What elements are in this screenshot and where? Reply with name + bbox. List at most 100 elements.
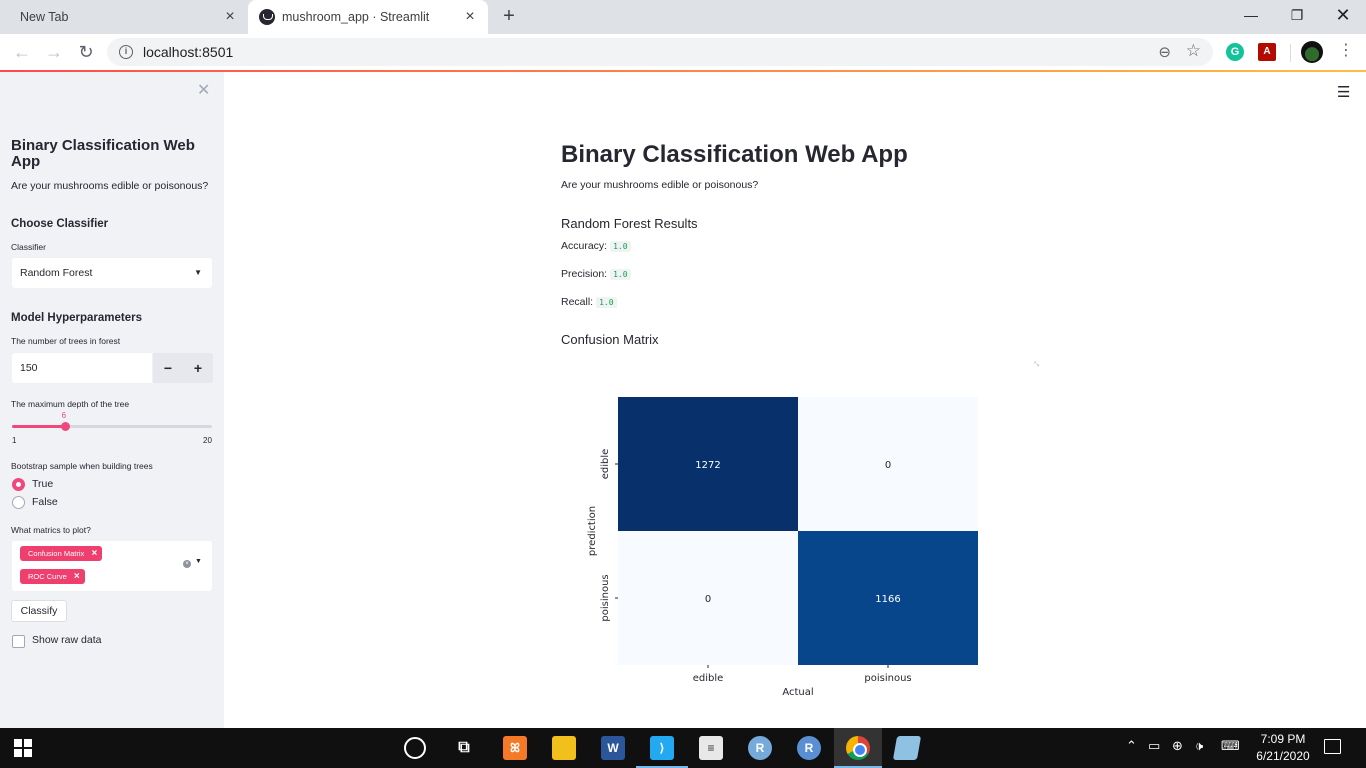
remove-icon[interactable]: × bbox=[74, 569, 80, 584]
task-view-icon[interactable]: ⧉ bbox=[452, 736, 476, 760]
recall-value: 1.0 bbox=[596, 297, 617, 308]
back-arrow-icon[interactable]: ← bbox=[10, 40, 34, 64]
clock-date: 6/21/2020 bbox=[1256, 749, 1310, 763]
notification-icon[interactable] bbox=[1324, 739, 1341, 754]
url-text[interactable]: localhost:8501 bbox=[143, 44, 233, 60]
y-axis-label: prediction bbox=[587, 506, 598, 556]
classify-button[interactable]: Classify bbox=[11, 600, 67, 622]
new-tab-button[interactable]: + bbox=[497, 5, 521, 29]
fullscreen-expand-icon[interactable]: ↔ bbox=[1029, 355, 1045, 371]
xampp-icon[interactable]: ꕤ bbox=[503, 736, 527, 760]
accuracy-label: Accuracy: bbox=[561, 240, 608, 252]
volume-icon[interactable]: 🕩 bbox=[1195, 738, 1203, 754]
reload-icon[interactable]: ↻ bbox=[74, 40, 98, 64]
cell-value-label: 1166 bbox=[875, 594, 900, 605]
y-tick-label: poisinous bbox=[600, 574, 611, 621]
hamburger-menu-icon[interactable]: ☰ bbox=[1337, 83, 1350, 101]
close-icon[interactable]: ✕ bbox=[197, 80, 210, 100]
accuracy-metric: Accuracy: 1.0 bbox=[561, 240, 631, 252]
minimize-icon[interactable]: — bbox=[1228, 0, 1274, 32]
toolbar-divider bbox=[1290, 44, 1291, 62]
choose-classifier-header: Choose Classifier bbox=[11, 218, 109, 230]
zoom-out-icon[interactable]: ⊖ bbox=[1158, 43, 1171, 61]
classifier-select[interactable]: Random Forest ▼ bbox=[12, 258, 212, 288]
classifier-label: Classifier bbox=[11, 242, 46, 252]
tab-mushroom-app[interactable]: mushroom_app · Streamlit × bbox=[248, 0, 488, 34]
chip-roc-curve[interactable]: ROC Curve × bbox=[20, 569, 85, 584]
tab-title: New Tab bbox=[20, 10, 69, 24]
trees-number-input[interactable]: 150 bbox=[12, 353, 152, 383]
sidebar: ✕ Binary Classification Web App Are your… bbox=[0, 72, 224, 728]
clock-time: 7:09 PM bbox=[1260, 732, 1306, 746]
precision-metric: Precision: 1.0 bbox=[561, 268, 631, 280]
page-subtitle: Are your mushrooms edible or poisonous? bbox=[561, 179, 759, 191]
trees-label: The number of trees in forest bbox=[11, 336, 121, 346]
decrement-button[interactable]: − bbox=[153, 353, 183, 383]
restore-icon[interactable]: ❐ bbox=[1274, 0, 1320, 32]
file-explorer-icon[interactable] bbox=[552, 736, 576, 760]
tab-new-tab[interactable]: New Tab × bbox=[8, 0, 248, 34]
depth-slider[interactable]: 6 bbox=[12, 411, 212, 431]
r-icon[interactable]: R bbox=[797, 736, 821, 760]
profile-avatar[interactable] bbox=[1301, 41, 1323, 63]
cortana-icon[interactable] bbox=[404, 737, 426, 759]
confusion-matrix-header: Confusion Matrix bbox=[561, 332, 659, 347]
rstudio-icon[interactable]: R bbox=[748, 736, 772, 760]
network-icon[interactable]: ⊕ bbox=[1172, 738, 1183, 754]
radio-false-label: False bbox=[32, 496, 58, 508]
close-icon[interactable]: × bbox=[222, 9, 238, 25]
accuracy-value: 1.0 bbox=[610, 241, 631, 252]
grammarly-icon[interactable]: G bbox=[1226, 43, 1244, 61]
other-app-icon[interactable] bbox=[892, 736, 922, 760]
cell-value-label: 0 bbox=[885, 460, 891, 471]
metrics-multiselect[interactable]: Confusion Matrix × ROC Curve × × ▼ bbox=[12, 541, 212, 591]
start-icon[interactable] bbox=[14, 739, 32, 757]
show-raw-data-checkbox[interactable] bbox=[12, 635, 25, 648]
address-bar[interactable]: i localhost:8501 ⊖ ☆ bbox=[107, 38, 1213, 66]
slider-fill bbox=[12, 425, 65, 428]
chip-confusion-matrix[interactable]: Confusion Matrix × bbox=[20, 546, 103, 561]
x-tick-label: poisinous bbox=[864, 673, 911, 684]
caret-down-icon: ▼ bbox=[194, 268, 202, 277]
x-axis-label: Actual bbox=[782, 687, 813, 698]
browser-toolbar: ← → ↻ i localhost:8501 ⊖ ☆ G A ⋮ bbox=[0, 34, 1366, 70]
cell-value-label: 1272 bbox=[695, 460, 720, 471]
acrobat-pdf-icon[interactable]: A bbox=[1258, 43, 1276, 61]
close-icon[interactable]: × bbox=[462, 9, 478, 25]
word-icon[interactable]: W bbox=[601, 736, 625, 760]
clear-all-icon[interactable]: × bbox=[183, 560, 191, 568]
streamlit-favicon-icon bbox=[259, 9, 275, 25]
keyboard-icon[interactable]: ⌨ bbox=[1221, 738, 1240, 754]
star-icon[interactable]: ☆ bbox=[1186, 41, 1201, 61]
chrome-icon[interactable] bbox=[846, 736, 870, 760]
remove-icon[interactable]: × bbox=[91, 546, 97, 561]
menu-dots-icon[interactable]: ⋮ bbox=[1338, 41, 1354, 61]
browser-tab-bar: New Tab × mushroom_app · Streamlit × + —… bbox=[0, 0, 1366, 34]
slider-thumb[interactable] bbox=[60, 422, 70, 431]
info-icon[interactable]: i bbox=[119, 45, 133, 59]
cell-value-label: 0 bbox=[705, 594, 711, 605]
confusion-matrix-chart: 1272 0 0 1166 edible poisinous edible poisinous… bbox=[587, 397, 978, 698]
increment-button[interactable]: + bbox=[183, 353, 213, 383]
battery-icon[interactable]: ▭ bbox=[1148, 738, 1160, 754]
caret-down-icon[interactable]: ▼ bbox=[195, 558, 202, 565]
recall-metric: Recall: 1.0 bbox=[561, 296, 617, 308]
radio-true[interactable] bbox=[12, 478, 25, 491]
results-header: Random Forest Results bbox=[561, 216, 698, 231]
radio-true-label: True bbox=[32, 478, 54, 490]
clock[interactable]: 7:09 PM 6/21/2020 bbox=[1250, 731, 1316, 765]
precision-value: 1.0 bbox=[610, 269, 631, 280]
show-hidden-icons-icon[interactable]: ⌃ bbox=[1126, 738, 1137, 754]
x-tick-label: edible bbox=[693, 673, 724, 684]
depth-label: The maximum depth of the tree bbox=[11, 399, 130, 409]
metrics-label: What matrics to plot? bbox=[11, 525, 91, 535]
show-raw-data-label: Show raw data bbox=[32, 634, 102, 646]
recall-label: Recall: bbox=[561, 296, 594, 308]
window-close-icon[interactable]: ✕ bbox=[1320, 0, 1366, 32]
vscode-icon[interactable]: ⟩ bbox=[650, 736, 674, 760]
sidebar-title: Binary Classification Web App bbox=[11, 137, 195, 170]
chip-label: ROC Curve bbox=[28, 572, 67, 581]
radio-false[interactable] bbox=[12, 496, 25, 509]
forward-arrow-icon[interactable]: → bbox=[42, 40, 66, 64]
document-icon[interactable]: ≡ bbox=[699, 736, 723, 760]
